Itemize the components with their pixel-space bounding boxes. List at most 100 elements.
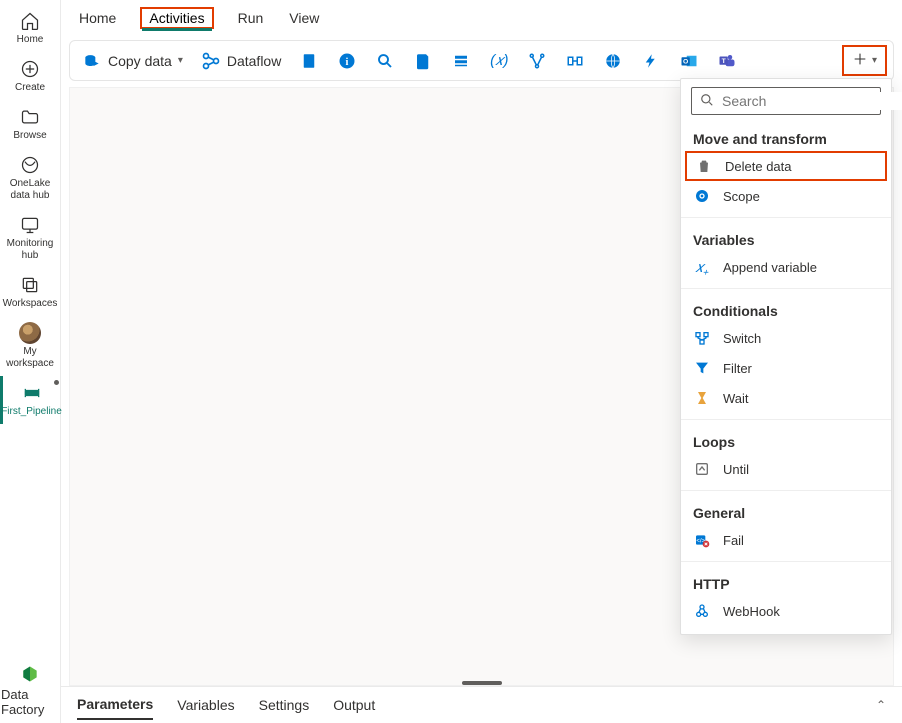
webhook-icon (693, 602, 711, 620)
activity-search-input[interactable] (720, 92, 902, 110)
nav-my-workspace[interactable]: My workspace (1, 316, 59, 376)
nav-browse-label: Browse (13, 130, 46, 142)
lookup-icon[interactable] (369, 47, 401, 75)
chevron-down-icon: ▾ (872, 55, 877, 66)
ribbon-tabs: Home Activities Run View (61, 0, 902, 34)
activity-append-variable-label: Append variable (723, 260, 817, 275)
activity-wait-label: Wait (723, 391, 749, 406)
notebook-icon[interactable] (293, 47, 325, 75)
pipeline-icon (21, 382, 43, 404)
unsaved-dot-icon (54, 380, 59, 385)
until-icon (693, 460, 711, 478)
more-activities-button[interactable]: ▾ (842, 45, 887, 76)
category-loops: Loops (681, 426, 891, 454)
avatar (19, 322, 41, 344)
activity-switch[interactable]: Switch (681, 323, 891, 353)
dataflow-button[interactable]: Dataflow (195, 47, 287, 75)
search-icon (700, 93, 714, 110)
category-move-transform: Move and transform (681, 123, 891, 151)
info-icon[interactable]: i (331, 47, 363, 75)
footer-tab-output[interactable]: Output (333, 691, 375, 719)
panel-resize-handle[interactable] (462, 681, 502, 685)
nav-data-factory[interactable]: Data Factory (1, 664, 59, 723)
scope-icon (693, 187, 711, 205)
category-http: HTTP (681, 568, 891, 596)
activity-filter-label: Filter (723, 361, 752, 376)
switch-icon (693, 329, 711, 347)
tab-view[interactable]: View (287, 6, 321, 30)
bottom-panel-tabs: Parameters Variables Settings Output ⌃ (61, 686, 902, 723)
activity-fail-label: Fail (723, 533, 744, 548)
footer-tab-settings[interactable]: Settings (259, 691, 310, 719)
tab-run[interactable]: Run (236, 6, 266, 30)
plus-circle-icon (19, 58, 41, 80)
nav-first-pipeline[interactable]: First_Pipeline (0, 376, 61, 424)
activity-webhook[interactable]: WebHook (681, 596, 891, 626)
azure-function-icon[interactable] (635, 47, 667, 75)
activity-until[interactable]: Until (681, 454, 891, 484)
script-icon[interactable] (407, 47, 439, 75)
footer-tab-variables[interactable]: Variables (177, 691, 234, 719)
copy-data-button[interactable]: Copy data ▾ (76, 47, 189, 75)
nav-monitoring[interactable]: Monitoring hub (1, 208, 59, 268)
nav-firstpipeline-label: First_Pipeline (1, 406, 62, 418)
web-icon[interactable] (597, 47, 629, 75)
nav-browse[interactable]: Browse (1, 100, 59, 148)
datafactory-icon (20, 664, 40, 687)
foreach-icon[interactable] (559, 47, 591, 75)
copy-data-icon (82, 51, 102, 71)
append-variable-icon: 𝑥₊ (693, 258, 711, 276)
activity-delete-data[interactable]: Delete data (685, 151, 887, 181)
activity-search[interactable] (691, 87, 881, 115)
activity-wait[interactable]: Wait (681, 383, 891, 413)
nav-create-label: Create (15, 82, 45, 94)
plus-icon (852, 51, 868, 70)
onelake-icon (19, 154, 41, 176)
trash-icon (695, 157, 713, 175)
nav-datafactory-label: Data Factory (1, 687, 59, 717)
category-variables: Variables (681, 224, 891, 252)
activity-webhook-label: WebHook (723, 604, 780, 619)
category-conditionals: Conditionals (681, 295, 891, 323)
copy-data-label: Copy data (108, 53, 172, 69)
branch-icon[interactable] (521, 47, 553, 75)
nav-monitoring-label: Monitoring hub (1, 238, 59, 262)
dataflow-label: Dataflow (227, 53, 281, 69)
footer-tab-parameters[interactable]: Parameters (77, 690, 153, 720)
filter-icon (693, 359, 711, 377)
activity-append-variable[interactable]: 𝑥₊ Append variable (681, 252, 891, 282)
hourglass-icon (693, 389, 711, 407)
fail-icon: </> (693, 531, 711, 549)
activity-until-label: Until (723, 462, 749, 477)
home-icon (19, 10, 41, 32)
main-area: Home Activities Run View Copy data ▾ Dat… (61, 0, 902, 723)
monitor-icon (19, 214, 41, 236)
nav-home[interactable]: Home (1, 4, 59, 52)
activity-delete-data-label: Delete data (725, 159, 792, 174)
teams-icon[interactable]: T (711, 47, 743, 75)
category-general: General (681, 497, 891, 525)
chevron-down-icon: ▾ (178, 55, 183, 66)
activity-switch-label: Switch (723, 331, 761, 346)
set-variable-icon[interactable]: (𝑥) (483, 47, 515, 75)
activity-fail[interactable]: </> Fail (681, 525, 891, 555)
tab-home[interactable]: Home (77, 6, 118, 30)
nav-onelake-label: OneLake data hub (1, 178, 59, 202)
outlook-icon[interactable]: O (673, 47, 705, 75)
dataflow-icon (201, 51, 221, 71)
activity-scope[interactable]: Scope (681, 181, 891, 211)
nav-create[interactable]: Create (1, 52, 59, 100)
folder-icon (19, 106, 41, 128)
nav-home-label: Home (17, 34, 44, 46)
activity-scope-label: Scope (723, 189, 760, 204)
nav-rail: Home Create Browse OneLake data hub Moni… (0, 0, 61, 723)
expand-panel-button[interactable]: ⌃ (876, 698, 886, 712)
activity-filter[interactable]: Filter (681, 353, 891, 383)
tab-activities[interactable]: Activities (140, 7, 213, 29)
stored-procedure-icon[interactable] (445, 47, 477, 75)
nav-onelake[interactable]: OneLake data hub (1, 148, 59, 208)
svg-text:O: O (683, 58, 688, 65)
nav-workspaces[interactable]: Workspaces (1, 268, 59, 316)
nav-myworkspace-label: My workspace (1, 346, 59, 370)
activities-dropdown: Move and transform Delete data Scope Var… (680, 78, 892, 635)
